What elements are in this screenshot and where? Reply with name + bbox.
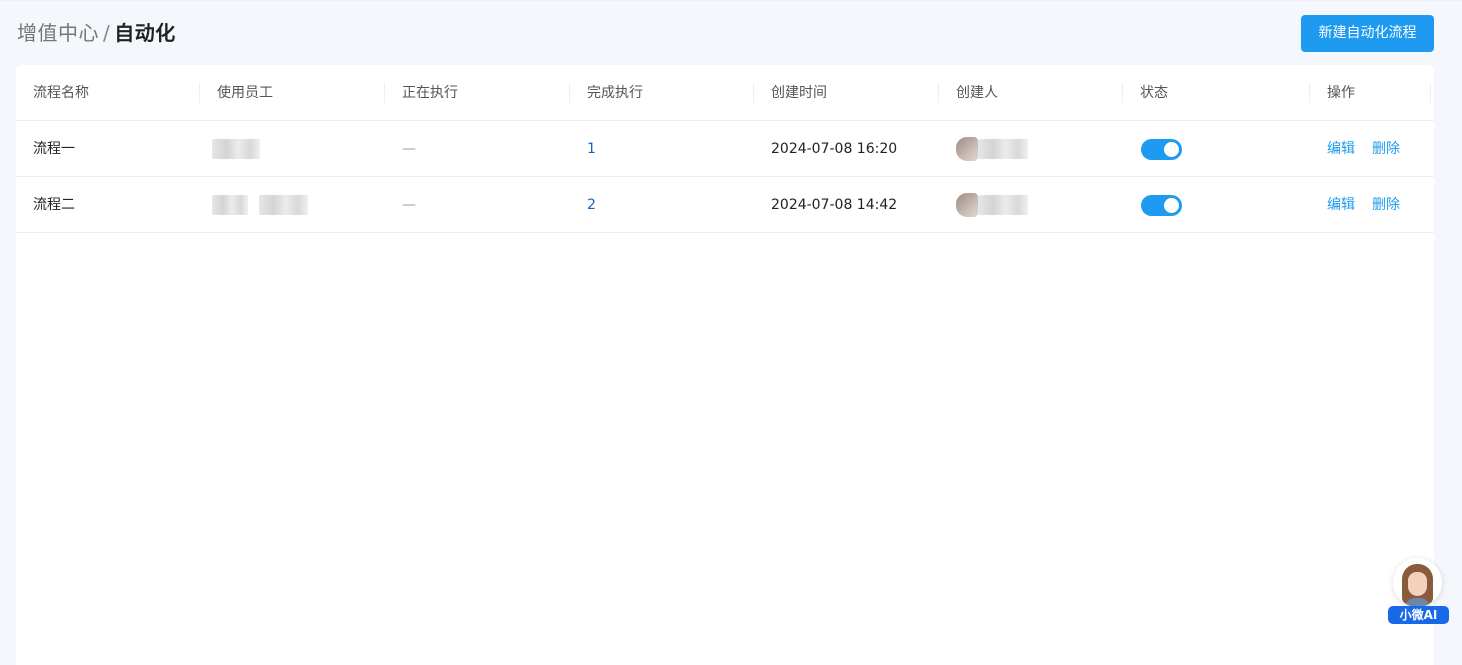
column-header-status: 状态: [1140, 85, 1168, 101]
creator-avatar: [956, 193, 978, 217]
table-header: 流程名称 使用员工 正在执行 完成执行 创建时间 创建人 状态 操作: [16, 65, 1434, 121]
column-divider: [938, 83, 939, 103]
column-header-employees: 使用员工: [217, 85, 273, 101]
delete-link[interactable]: 删除: [1372, 121, 1400, 177]
column-header-name: 流程名称: [33, 85, 89, 101]
column-divider: [1309, 83, 1310, 103]
column-header-completed: 完成执行: [587, 85, 643, 101]
creator-name-redacted: [978, 139, 1028, 159]
assistant-label: 小微AI: [1388, 606, 1449, 624]
breadcrumb-separator: /: [103, 21, 111, 45]
column-header-actions: 操作: [1327, 85, 1355, 101]
breadcrumb: 增值中心 / 自动化: [17, 19, 176, 47]
breadcrumb-current: 自动化: [114, 21, 176, 45]
toggle-knob: [1164, 198, 1179, 213]
employee-avatar-redacted: [212, 195, 248, 215]
edit-link[interactable]: 编辑: [1327, 177, 1355, 233]
column-divider: [1430, 83, 1431, 103]
column-divider: [753, 83, 754, 103]
column-header-creator: 创建人: [956, 85, 998, 101]
edit-link[interactable]: 编辑: [1327, 121, 1355, 177]
flow-name: 流程二: [33, 197, 75, 213]
column-divider: [569, 83, 570, 103]
creator-avatar: [956, 137, 978, 161]
column-divider: [199, 83, 200, 103]
table-row: 流程一 — 1 2024-07-08 16:20 编辑 删除: [16, 121, 1434, 177]
toggle-knob: [1164, 142, 1179, 157]
flow-name: 流程一: [33, 141, 75, 157]
assistant-avatar-icon: [1393, 558, 1442, 607]
column-header-created-at: 创建时间: [771, 85, 827, 101]
breadcrumb-parent[interactable]: 增值中心: [17, 21, 99, 45]
created-at: 2024-07-08 14:42: [771, 197, 898, 213]
running-count: —: [402, 141, 416, 157]
employee-avatar-redacted: [212, 139, 260, 159]
completed-count-link[interactable]: 2: [587, 177, 596, 233]
ai-assistant-button[interactable]: 小微AI: [1388, 558, 1450, 626]
delete-link[interactable]: 删除: [1372, 177, 1400, 233]
column-divider: [384, 83, 385, 103]
running-count: —: [402, 197, 416, 213]
top-bar: 增值中心 / 自动化 新建自动化流程: [0, 0, 1462, 64]
new-automation-button[interactable]: 新建自动化流程: [1301, 15, 1434, 52]
column-header-running: 正在执行: [402, 85, 458, 101]
automation-table: 流程名称 使用员工 正在执行 完成执行 创建时间 创建人 状态 操作 流程一 —…: [16, 65, 1434, 665]
table-row: 流程二 — 2 2024-07-08 14:42 编辑 删除: [16, 177, 1434, 233]
status-toggle[interactable]: [1141, 139, 1182, 160]
status-toggle[interactable]: [1141, 195, 1182, 216]
creator-name-redacted: [978, 195, 1028, 215]
column-divider: [1122, 83, 1123, 103]
created-at: 2024-07-08 16:20: [771, 141, 898, 157]
avatar-face: [1408, 572, 1427, 596]
employee-avatar-redacted: [259, 195, 308, 215]
completed-count-link[interactable]: 1: [587, 121, 596, 177]
